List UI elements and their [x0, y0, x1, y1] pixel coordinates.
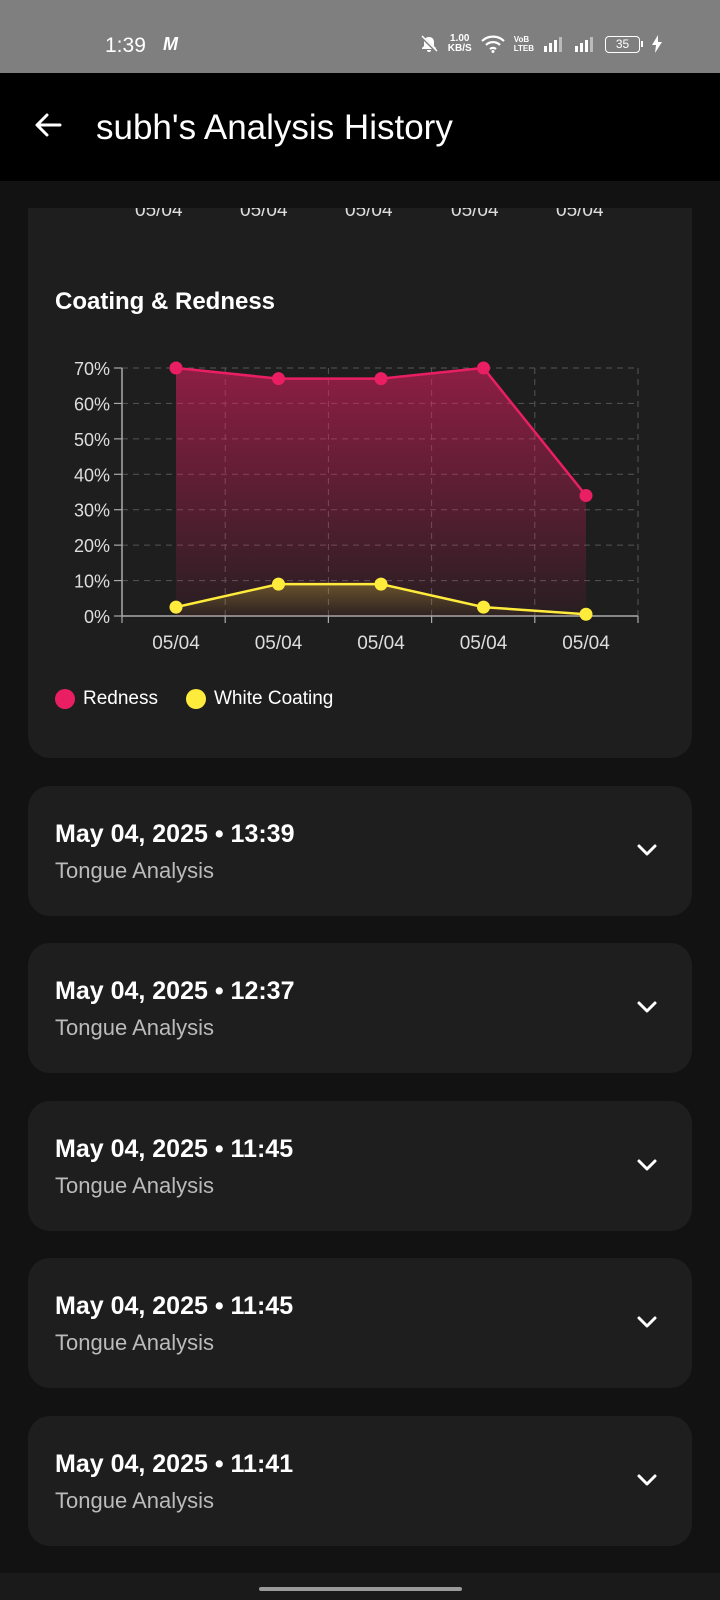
previous-chart-tick-label: 05/04: [556, 208, 604, 221]
carrier-app-icon: M: [163, 34, 178, 54]
legend-item-white-coating: White Coating: [186, 688, 333, 710]
chart-legend: Redness White Coating: [55, 688, 333, 710]
history-entry[interactable]: May 04, 2025 • 11:45 Tongue Analysis: [28, 1258, 692, 1388]
battery-icon: 35: [605, 35, 643, 53]
entry-date: May 04, 2025 • 11:45: [55, 1292, 294, 1320]
chevron-down-icon[interactable]: [636, 1157, 658, 1173]
signal-icon-sim2: [575, 37, 593, 52]
chevron-down-icon[interactable]: [636, 999, 658, 1015]
signal-icon-sim1: [544, 37, 562, 52]
x-tick-label: 05/04: [152, 633, 200, 654]
legend-dot: [186, 689, 206, 709]
volte-icon: VoB LTEB: [513, 35, 534, 53]
network-speed: 1.00 KB/S: [447, 33, 472, 54]
data-point: [579, 607, 593, 621]
history-entry[interactable]: May 04, 2025 • 11:45 Tongue Analysis: [28, 1101, 692, 1231]
status-time: 1:39: [105, 34, 146, 57]
back-arrow-icon[interactable]: [30, 107, 66, 143]
chevron-down-icon[interactable]: [636, 1314, 658, 1330]
y-tick-label: 20%: [74, 536, 110, 556]
data-point: [374, 372, 388, 386]
y-tick-label: 40%: [74, 465, 110, 485]
entry-type: Tongue Analysis: [55, 858, 214, 883]
data-point: [477, 361, 490, 375]
legend-item-redness: Redness: [55, 688, 158, 710]
previous-chart-tick-label: 05/04: [345, 208, 393, 221]
data-point: [272, 372, 285, 386]
x-tick-label: 05/04: [357, 633, 405, 654]
x-tick-label: 05/04: [255, 633, 303, 654]
y-tick-label: 10%: [74, 572, 110, 592]
previous-chart-tick-label: 05/04: [240, 208, 288, 221]
data-point: [579, 489, 593, 503]
data-point: [169, 600, 183, 614]
wifi-icon: [480, 35, 505, 53]
status-bar: 1:39 M 1.00 KB/S VoB LTEB 35: [0, 0, 720, 73]
legend-label: White Coating: [214, 688, 334, 709]
entry-date: May 04, 2025 • 13:39: [55, 820, 295, 848]
y-tick-label: 70%: [74, 359, 110, 379]
chart-card: 05/04 05/04 05/04 05/04 05/04 Coating & …: [28, 208, 692, 758]
charging-icon: [652, 35, 662, 53]
legend-dot: [55, 689, 75, 709]
page-title: subh's Analysis History: [96, 108, 453, 147]
chevron-down-icon[interactable]: [636, 842, 658, 858]
data-point: [272, 577, 285, 591]
entry-date: May 04, 2025 • 12:37: [55, 977, 295, 1005]
entry-type: Tongue Analysis: [55, 1488, 214, 1513]
data-point: [169, 361, 183, 375]
chevron-down-icon[interactable]: [636, 1472, 658, 1488]
status-icons: 1.00 KB/S VoB LTEB 35: [419, 34, 662, 54]
app-bar: subh's Analysis History: [0, 73, 720, 181]
previous-chart-tick-label: 05/04: [135, 208, 183, 221]
home-indicator[interactable]: [259, 1587, 462, 1591]
x-tick-label: 05/04: [460, 633, 508, 654]
coating-redness-chart: 0% 10% 20% 30% 40% 50% 60% 70% 05/04 05/04 05/04 05…: [74, 359, 639, 654]
history-entry[interactable]: May 04, 2025 • 11:41 Tongue Analysis: [28, 1416, 692, 1546]
previous-chart-x-axis: 05/04 05/04 05/04 05/04 05/04: [28, 208, 692, 224]
entry-type: Tongue Analysis: [55, 1015, 214, 1040]
x-tick-label: 05/04: [562, 633, 610, 654]
chart-title: Coating & Redness: [55, 288, 276, 315]
entry-type: Tongue Analysis: [55, 1330, 214, 1355]
entry-type: Tongue Analysis: [55, 1173, 214, 1198]
data-point: [374, 577, 388, 591]
y-tick-label: 30%: [74, 501, 110, 521]
history-entry[interactable]: May 04, 2025 • 12:37 Tongue Analysis: [28, 943, 692, 1073]
data-point: [477, 600, 490, 614]
y-tick-label: 60%: [74, 394, 110, 414]
mute-icon: [419, 34, 438, 54]
legend-label: Redness: [83, 688, 158, 709]
y-tick-label: 50%: [74, 430, 110, 450]
entry-date: May 04, 2025 • 11:41: [55, 1450, 294, 1478]
entry-date: May 04, 2025 • 11:45: [55, 1135, 294, 1163]
history-entry[interactable]: May 04, 2025 • 13:39 Tongue Analysis: [28, 786, 692, 916]
y-tick-label: 0%: [84, 607, 110, 627]
previous-chart-tick-label: 05/04: [451, 208, 499, 221]
